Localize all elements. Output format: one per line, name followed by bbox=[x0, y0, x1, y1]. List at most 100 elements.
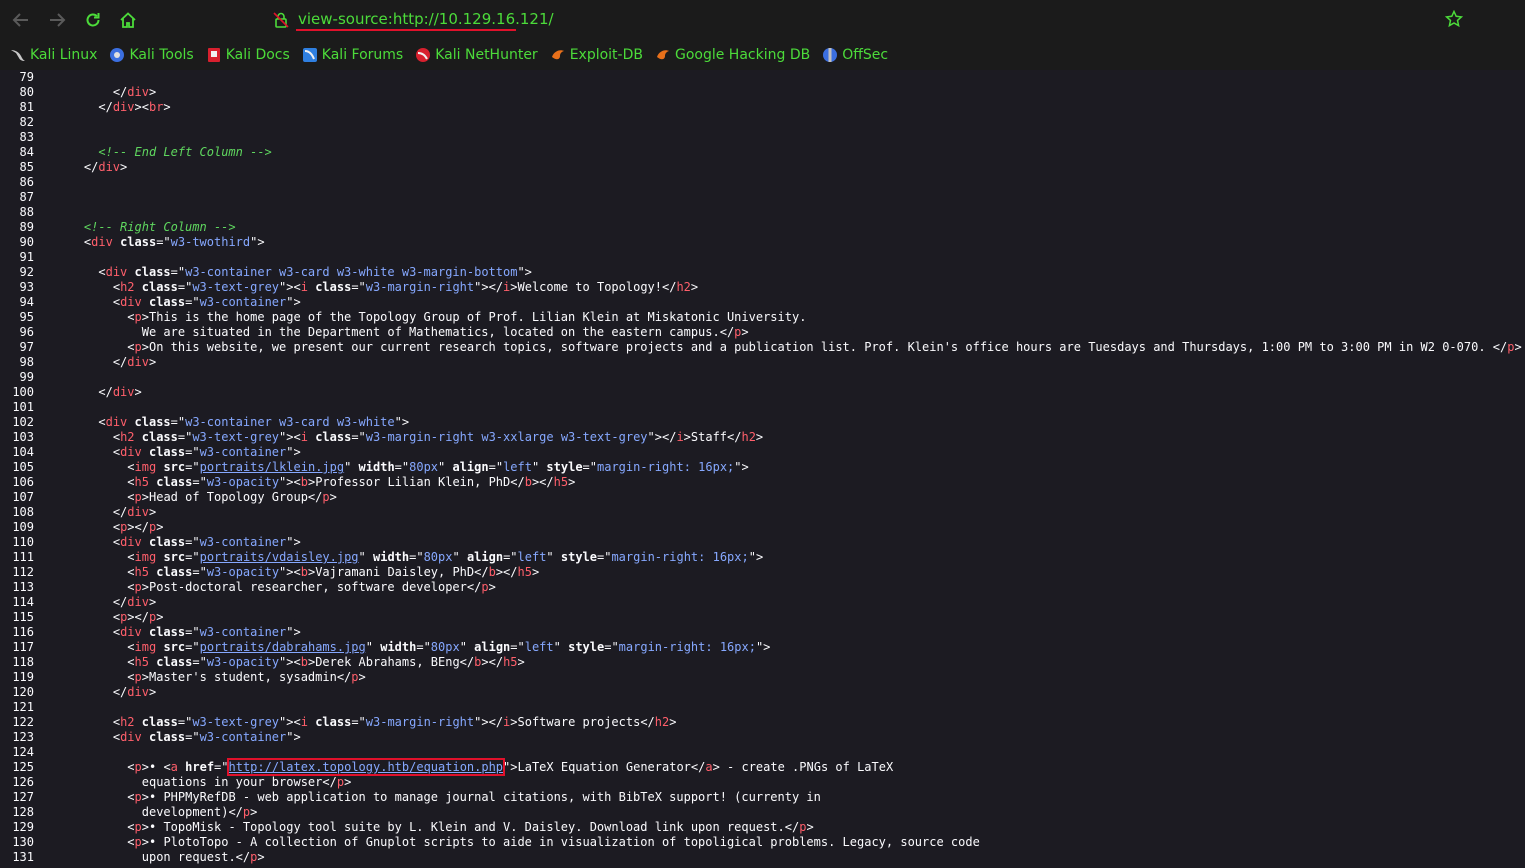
source-token: < bbox=[127, 835, 135, 849]
source-token bbox=[142, 295, 149, 309]
back-arrow-icon[interactable] bbox=[10, 9, 32, 31]
line-number: 126 bbox=[12, 775, 34, 789]
bookmark-kali-tools[interactable]: Kali Tools bbox=[109, 47, 194, 63]
bookmark-star-icon[interactable] bbox=[1444, 9, 1464, 32]
bookmark-offsec[interactable]: OffSec bbox=[822, 47, 888, 63]
source-token: < bbox=[127, 460, 135, 474]
line-number: 122 bbox=[12, 715, 34, 729]
line-number: 95 bbox=[19, 310, 34, 324]
source-link[interactable]: portraits/dabrahams.jpg bbox=[200, 640, 366, 654]
source-token: margin-right: 16px; bbox=[597, 460, 735, 474]
source-code: <p></p> bbox=[113, 520, 164, 535]
source-token: h2 bbox=[120, 715, 135, 729]
line-number: 84 bbox=[19, 145, 34, 159]
source-code: <p>Master's student, sysadmin</p> bbox=[127, 670, 365, 685]
source-token: < bbox=[127, 490, 135, 504]
source-line: 125 <p>• <a href="http://latex.topology.h… bbox=[0, 758, 1525, 776]
source-line: 86 bbox=[0, 175, 1525, 190]
source-token: "></ bbox=[474, 715, 504, 729]
source-token: </ bbox=[112, 685, 128, 699]
source-token: ></ bbox=[127, 610, 149, 624]
source-code: <p>Post-doctoral researcher, software de… bbox=[127, 580, 496, 595]
source-token: "> bbox=[734, 460, 749, 474]
kali-nethunter-icon bbox=[415, 47, 431, 63]
source-line: 108 </div> bbox=[0, 505, 1525, 520]
bookmark-google-hacking-db[interactable]: Google Hacking DB bbox=[655, 47, 810, 63]
line-number: 102 bbox=[12, 415, 34, 429]
source-token: "> bbox=[394, 415, 410, 429]
source-token: =" bbox=[488, 460, 504, 474]
forward-arrow-icon[interactable] bbox=[46, 9, 68, 31]
exploit-db-icon bbox=[550, 47, 566, 63]
source-code: <div class="w3-container w3-card w3-whit… bbox=[98, 415, 409, 430]
line-number: 117 bbox=[12, 640, 34, 654]
bookmark-kali-docs[interactable]: Kali Docs bbox=[206, 47, 290, 63]
source-code: <img src="portraits/dabrahams.jpg" width… bbox=[127, 640, 770, 655]
source-token: class bbox=[148, 730, 186, 744]
source-code: </div> bbox=[84, 160, 127, 175]
bookmark-kali-forums[interactable]: Kali Forums bbox=[302, 47, 403, 63]
source-token: =" bbox=[582, 460, 597, 474]
line-number: 113 bbox=[12, 580, 34, 594]
source-token: 80px bbox=[430, 640, 460, 654]
source-line: 128 development)</p> bbox=[0, 805, 1525, 820]
source-token: =" bbox=[185, 625, 200, 639]
url-text[interactable]: view-source:http://10.129.16.121/ bbox=[298, 10, 554, 28]
source-line: 107 <p>Head of Topology Group</p> bbox=[0, 490, 1525, 505]
line-number: 79 bbox=[19, 70, 34, 84]
offsec-icon bbox=[822, 47, 838, 63]
source-token bbox=[142, 625, 149, 639]
source-token: =" bbox=[351, 280, 366, 294]
source-token bbox=[135, 715, 142, 729]
source-token: p bbox=[134, 670, 142, 684]
source-line: 117 <img src="portraits/dabrahams.jpg" wi… bbox=[0, 640, 1525, 655]
source-token: " bbox=[531, 460, 547, 474]
source-token: =" bbox=[214, 760, 229, 774]
line-number: 85 bbox=[19, 160, 34, 174]
source-token: =" bbox=[177, 280, 193, 294]
source-link[interactable]: portraits/vdaisley.jpg bbox=[200, 550, 359, 564]
source-code: <p>Head of Topology Group</p> bbox=[127, 490, 337, 505]
source-code: </div> bbox=[113, 685, 156, 700]
browser-toolbar: view-source:http://10.129.16.121/ bbox=[0, 0, 1525, 40]
source-line: 97 <p>On this website, we present our cur… bbox=[0, 340, 1525, 355]
bookmark-kali-nethunter[interactable]: Kali NetHunter bbox=[415, 47, 538, 63]
source-token: ></ bbox=[127, 520, 149, 534]
source-token: >• TopoMisk - Topology tool suite by L. … bbox=[141, 820, 800, 834]
source-code: <p></p> bbox=[113, 610, 164, 625]
insecure-lock-icon[interactable] bbox=[272, 11, 290, 33]
source-token: div bbox=[105, 265, 128, 279]
source-code: <img src="portraits/lklein.jpg" width="8… bbox=[127, 460, 748, 475]
line-number: 97 bbox=[19, 340, 34, 354]
address-bar[interactable]: view-source:http://10.129.16.121/ bbox=[268, 6, 1478, 34]
reload-icon[interactable] bbox=[82, 9, 104, 31]
source-line: 103 <h2 class="w3-text-grey"><i class="w3… bbox=[0, 430, 1525, 445]
source-token: p bbox=[134, 340, 142, 354]
source-token: =" bbox=[170, 415, 186, 429]
source-token: div bbox=[127, 355, 149, 369]
source-token: i bbox=[300, 430, 308, 444]
source-token: class bbox=[148, 625, 186, 639]
source-token: width bbox=[380, 640, 417, 654]
source-token: >Vajramani Daisley, PhD</ bbox=[307, 565, 489, 579]
source-line: 98 </div> bbox=[0, 355, 1525, 370]
source-link[interactable]: http://latex.topology.htb/equation.php bbox=[226, 758, 506, 776]
source-token: "> bbox=[286, 730, 301, 744]
source-token: =" bbox=[185, 535, 200, 549]
source-code: <div class="w3-container"> bbox=[113, 730, 301, 745]
source-code: We are situated in the Department of Mat… bbox=[142, 325, 749, 340]
kali-docs-icon bbox=[206, 47, 222, 63]
source-token: align bbox=[466, 550, 504, 564]
source-link[interactable]: portraits/lklein.jpg bbox=[200, 460, 345, 474]
source-token: p bbox=[134, 490, 142, 504]
bookmark-kali-linux[interactable]: Kali Linux bbox=[10, 47, 97, 63]
source-code: </div> bbox=[113, 505, 156, 520]
bookmark-exploit-db[interactable]: Exploit-DB bbox=[550, 47, 643, 63]
source-token: =" bbox=[192, 565, 207, 579]
source-token: > bbox=[358, 670, 366, 684]
source-token: =" bbox=[510, 640, 525, 654]
source-token: " bbox=[459, 640, 475, 654]
home-icon[interactable] bbox=[117, 9, 139, 31]
source-code: <img src="portraits/vdaisley.jpg" width=… bbox=[127, 550, 763, 565]
source-token: class bbox=[156, 565, 193, 579]
